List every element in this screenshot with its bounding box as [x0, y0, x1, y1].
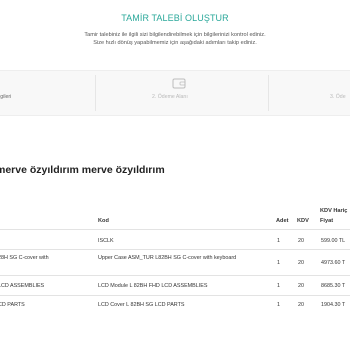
step-progress: ilgileri 2. Ödeme Alanı 3. Öde — [0, 70, 350, 116]
row-kod: LCD Module L 82BH FHD LCD ASSEMBLIES — [98, 283, 208, 289]
row-adet: 1 — [277, 260, 280, 266]
row-kdv: 20 — [298, 238, 304, 244]
row-adet: 1 — [277, 302, 280, 308]
column-header-adet: Adet — [276, 218, 289, 224]
row-price: 4973.60 T — [321, 260, 346, 266]
column-header-kdv: KDV — [297, 218, 309, 224]
row-adet: 1 — [277, 238, 280, 244]
column-header-kod: Kod — [98, 218, 109, 224]
step-2-label[interactable]: 2. Ödeme Alanı — [152, 94, 188, 100]
column-header-price-line2: Fiyat — [320, 218, 334, 224]
row-kod: ISCLK — [98, 238, 114, 244]
row-description: 28H SG C-cover with — [0, 255, 49, 261]
page-header: TAMİR TALEBİ OLUŞTUR Tamir talebiniz ile… — [0, 0, 350, 72]
step-divider — [95, 75, 96, 111]
customer-name-heading: merve özyıldırım merve özyıldırım — [0, 164, 165, 176]
row-kod: Upper Case ASM_TUR L82BH SG C-cover with… — [98, 255, 237, 261]
row-kdv: 20 — [298, 260, 304, 266]
table-row: ISCLK 1 20 599.00 TL — [0, 229, 350, 250]
column-header-price-line1: KDV Hariç — [320, 208, 348, 214]
row-kod: LCD Cover L 82BH SG LCD PARTS — [98, 302, 185, 308]
table-row: 28H SG C-cover with Upper Case ASM_TUR L… — [0, 249, 350, 276]
page-subtitle-line2: Size hızlı dönüş yapabilmemiz için aşağı… — [93, 40, 257, 46]
row-price: 599.00 TL — [321, 238, 346, 244]
table-row: CD PARTS LCD Cover L 82BH SG LCD PARTS 1… — [0, 295, 350, 316]
row-adet: 1 — [277, 283, 280, 289]
step-3-label[interactable]: 3. Öde — [330, 94, 346, 100]
row-kdv: 20 — [298, 283, 304, 289]
page-title: TAMİR TALEBİ OLUŞTUR — [121, 13, 229, 23]
row-kdv: 20 — [298, 302, 304, 308]
row-description: CD PARTS — [0, 302, 25, 308]
row-description: LCD ASSEMBLIES — [0, 283, 45, 289]
row-price: 8685.30 T — [321, 283, 346, 289]
step-1-label[interactable]: ilgileri — [0, 94, 11, 100]
wallet-icon — [172, 76, 186, 89]
step-divider — [268, 75, 269, 111]
page-subtitle-line1: Tamir talebiniz ile ilgili sizi bilgilen… — [84, 32, 266, 38]
table-row: LCD ASSEMBLIES LCD Module L 82BH FHD LCD… — [0, 275, 350, 296]
row-price: 1904.30 T — [321, 302, 346, 308]
